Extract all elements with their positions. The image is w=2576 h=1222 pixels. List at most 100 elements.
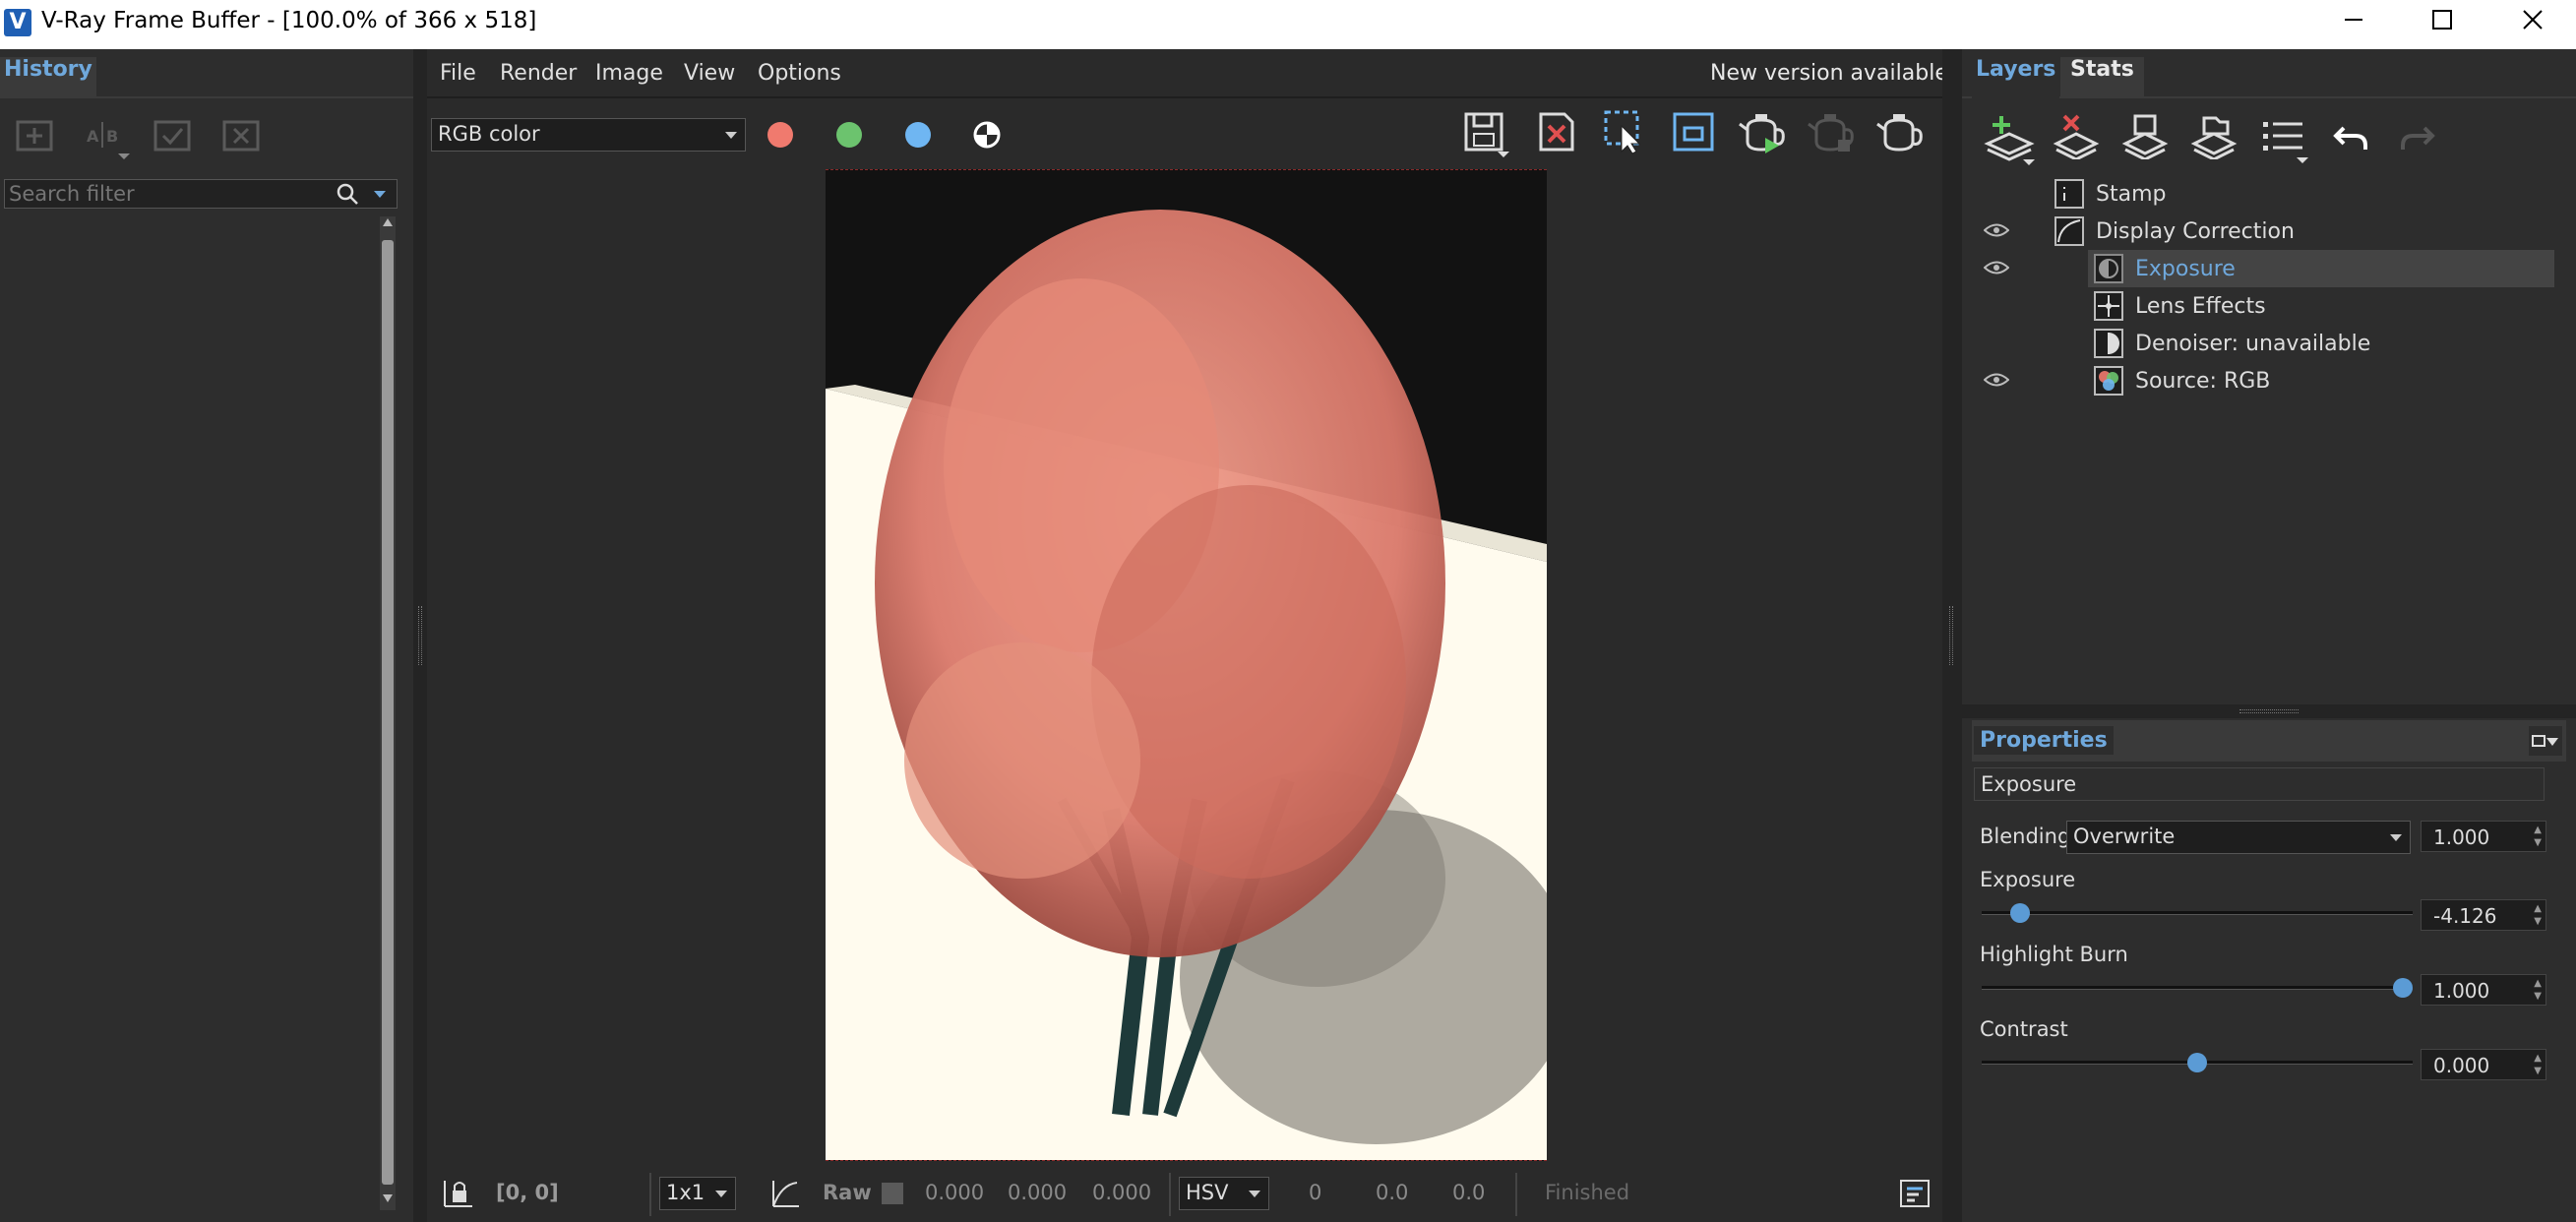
search-icon[interactable]	[336, 182, 361, 208]
stop-render-button[interactable]	[1807, 108, 1858, 157]
stamp-layer-icon	[2055, 179, 2084, 209]
teapot-stop-icon	[1808, 114, 1854, 152]
status-divider	[1169, 1173, 1171, 1216]
color-clamp-button[interactable]	[767, 1177, 801, 1210]
left-splitter[interactable]	[413, 49, 427, 1222]
highlight-burn-input[interactable]: 1.000 ▲ ▼	[2421, 974, 2546, 1006]
ab-compare-icon: AB	[87, 122, 130, 159]
tab-layers[interactable]: Layers	[1972, 57, 2060, 98]
save-image-button[interactable]	[1462, 108, 1511, 159]
raw-r-value: 0.000	[925, 1181, 985, 1204]
highlight-burn-slider-thumb[interactable]	[2393, 978, 2413, 998]
menu-render[interactable]: Render	[500, 61, 577, 86]
menu-options[interactable]: Options	[758, 61, 841, 86]
close-button[interactable]	[2493, 0, 2572, 39]
exposure-slider[interactable]	[1982, 903, 2413, 923]
eye-icon[interactable]	[1984, 260, 2009, 275]
track-mouse-button[interactable]	[1671, 110, 1716, 153]
undo-button[interactable]	[2332, 120, 2371, 155]
splitter-grip	[1949, 606, 1953, 665]
clear-image-button[interactable]	[1535, 110, 1578, 153]
tree-render-image	[826, 210, 1547, 1160]
contrast-input[interactable]: 0.000 ▲ ▼	[2421, 1049, 2546, 1080]
lock-pixel-button[interactable]	[441, 1177, 474, 1210]
scroll-up-icon[interactable]	[383, 218, 393, 226]
eye-icon[interactable]	[1984, 222, 2009, 238]
properties-splitter[interactable]	[1962, 704, 2576, 718]
properties-menu-icon	[2532, 735, 2558, 747]
colorspace-dropdown[interactable]: HSV	[1179, 1177, 1269, 1210]
remove-frame-icon	[222, 120, 260, 152]
green-channel-icon	[836, 122, 862, 148]
channel-dropdown[interactable]: RGB color	[431, 118, 746, 152]
layer-row-lens-effects[interactable]: Lens Effects	[1972, 287, 2554, 325]
save-layers-button[interactable]	[2121, 114, 2171, 159]
layer-name: Display Correction	[2096, 219, 2295, 244]
highlight-burn-slider[interactable]	[1982, 978, 2413, 998]
interactive-render-button[interactable]	[1738, 108, 1789, 157]
create-layer-button[interactable]	[1984, 114, 2037, 165]
properties-options-button[interactable]	[2529, 726, 2562, 756]
blending-mode-dropdown[interactable]: Overwrite	[2066, 821, 2411, 854]
log-button[interactable]	[1899, 1179, 1931, 1208]
history-tabbar: History	[0, 57, 413, 98]
red-channel-button[interactable]	[764, 120, 797, 150]
spinner-arrows-icon[interactable]: ▲ ▼	[2534, 977, 2542, 1003]
delete-layer-button[interactable]	[2053, 114, 2102, 159]
menu-image[interactable]: Image	[595, 61, 663, 86]
spinner-arrows-icon[interactable]: ▲ ▼	[2534, 902, 2542, 928]
blue-channel-button[interactable]	[901, 120, 935, 150]
chevron-down-icon	[715, 1191, 727, 1197]
properties-panel: Properties Exposure	[1962, 718, 2576, 1222]
layer-row-stamp[interactable]: Stamp	[1972, 175, 2554, 213]
lens-effects-layer-icon	[2094, 291, 2123, 321]
properties-header: Properties	[1972, 720, 2566, 762]
history-save-button[interactable]	[14, 116, 57, 155]
red-channel-icon	[767, 122, 793, 148]
blending-opacity-value: 1.000	[2433, 825, 2490, 849]
history-scrollbar[interactable]	[380, 216, 396, 1210]
render-image[interactable]	[826, 169, 1547, 1161]
region-render-button[interactable]	[1602, 108, 1649, 155]
layer-row-exposure[interactable]: Exposure	[1972, 250, 2554, 287]
minimize-button[interactable]	[2314, 0, 2393, 39]
exposure-input[interactable]: -4.126 ▲ ▼	[2421, 899, 2546, 931]
new-version-link[interactable]: New version available!	[1710, 61, 1957, 86]
contrast-slider-thumb[interactable]	[2187, 1053, 2207, 1072]
load-layers-button[interactable]	[2190, 114, 2239, 159]
redo-button[interactable]	[2397, 120, 2436, 155]
green-channel-button[interactable]	[832, 120, 866, 150]
raw-g-value: 0.000	[1008, 1181, 1068, 1204]
spinner-arrows-icon[interactable]: ▲ ▼	[2534, 1052, 2542, 1077]
menu-view[interactable]: View	[684, 61, 735, 86]
blending-opacity-input[interactable]: 1.000 ▲ ▼	[2421, 821, 2546, 852]
layer-row-source-rgb[interactable]: Source: RGB	[1972, 362, 2554, 399]
render-button[interactable]	[1875, 108, 1927, 157]
clear-image-icon	[1539, 112, 1574, 152]
contrast-value: 0.000	[2433, 1054, 2490, 1077]
history-search-input[interactable]	[9, 182, 324, 206]
right-splitter[interactable]	[1942, 49, 1962, 1222]
layer-row-display-correction[interactable]: Display Correction	[1972, 213, 2554, 250]
tab-history[interactable]: History	[0, 57, 96, 98]
contrast-slider[interactable]	[1982, 1053, 2413, 1072]
search-filter-dropdown-icon[interactable]	[373, 190, 387, 200]
alpha-channel-button[interactable]	[970, 120, 1004, 150]
render-status: Finished	[1545, 1181, 1630, 1204]
contrast-label: Contrast	[1980, 1017, 2068, 1041]
eye-icon[interactable]	[1984, 372, 2009, 388]
history-ab-compare-button[interactable]: AB	[83, 114, 132, 161]
spinner-arrows-icon[interactable]: ▲ ▼	[2534, 824, 2542, 849]
layer-name: Lens Effects	[2135, 294, 2266, 319]
zoom-ratio-dropdown[interactable]: 1x1	[659, 1177, 736, 1210]
layer-presets-button[interactable]	[2259, 114, 2312, 165]
history-load-button[interactable]	[152, 116, 195, 155]
scroll-down-icon[interactable]	[383, 1194, 393, 1202]
tab-stats[interactable]: Stats	[2060, 57, 2144, 98]
menu-file[interactable]: File	[440, 61, 476, 86]
history-remove-button[interactable]	[220, 116, 264, 155]
scrollbar-thumb[interactable]	[382, 240, 394, 1185]
maximize-button[interactable]	[2403, 0, 2482, 39]
layer-row-denoiser[interactable]: Denoiser: unavailable	[1972, 325, 2554, 362]
layer-name-field[interactable]: Exposure	[1974, 767, 2545, 801]
